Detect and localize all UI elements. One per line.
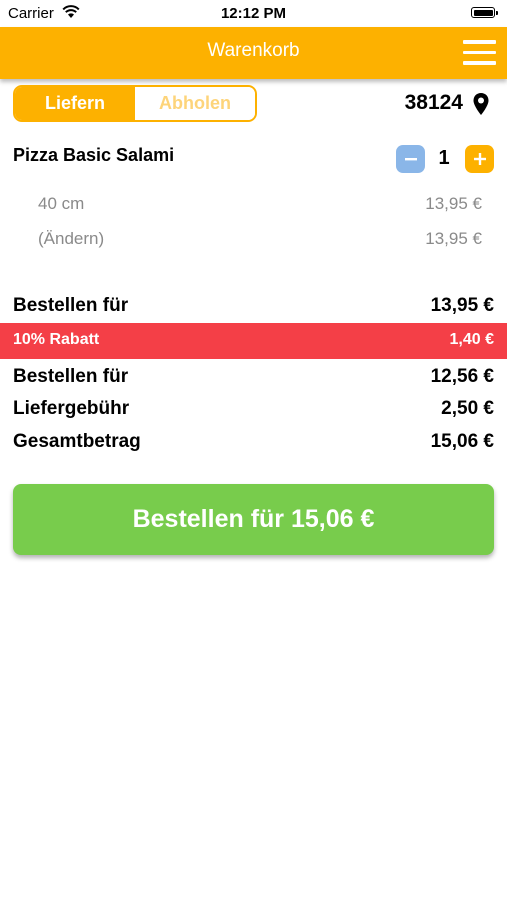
battery-icon bbox=[471, 7, 498, 18]
discount-row: 10% Rabatt 1,40 € bbox=[0, 323, 507, 359]
hamburger-menu-icon[interactable] bbox=[463, 39, 496, 66]
quantity-value: 1 bbox=[438, 147, 450, 169]
discounted-subtotal-value: 12,56 € bbox=[430, 366, 494, 387]
minus-icon bbox=[404, 158, 417, 161]
zip-code[interactable]: 38124 bbox=[405, 91, 463, 115]
delivery-mode-toggle: Liefern Abholen bbox=[13, 85, 257, 122]
location-pin-icon[interactable] bbox=[472, 92, 490, 116]
toggle-liefern[interactable]: Liefern bbox=[15, 87, 135, 120]
toggle-abholen[interactable]: Abholen bbox=[135, 87, 255, 120]
total-label: Gesamtbetrag bbox=[13, 431, 141, 452]
discounted-subtotal-label: Bestellen für bbox=[13, 366, 129, 387]
status-bar: Carrier 12:12 PM bbox=[0, 0, 507, 27]
cart-item-name: Pizza Basic Salami bbox=[13, 145, 175, 165]
page-title: Warenkorb bbox=[207, 40, 300, 61]
delivery-fee-value: 2,50 € bbox=[441, 398, 494, 419]
item-option-size-price: 13,95 € bbox=[425, 194, 482, 213]
total-value: 15,06 € bbox=[430, 431, 494, 452]
discount-value: 1,40 € bbox=[449, 331, 494, 348]
item-change-link[interactable]: (Ändern) bbox=[38, 229, 104, 249]
nav-bar: Warenkorb bbox=[0, 27, 507, 79]
increase-quantity-button[interactable] bbox=[465, 145, 494, 173]
order-button[interactable]: Bestellen für 15,06 € bbox=[13, 484, 494, 555]
subtotal-value: 13,95 € bbox=[430, 295, 494, 316]
delivery-fee-label: Liefergebühr bbox=[13, 398, 130, 419]
decrease-quantity-button[interactable] bbox=[396, 145, 425, 173]
status-time: 12:12 PM bbox=[220, 5, 287, 22]
subtotal-label: Bestellen für bbox=[13, 295, 129, 316]
plus-icon bbox=[473, 153, 486, 165]
discount-label: 10% Rabatt bbox=[13, 331, 100, 348]
item-total-price: 13,95 € bbox=[425, 229, 482, 248]
item-option-size: 40 cm bbox=[38, 194, 85, 213]
